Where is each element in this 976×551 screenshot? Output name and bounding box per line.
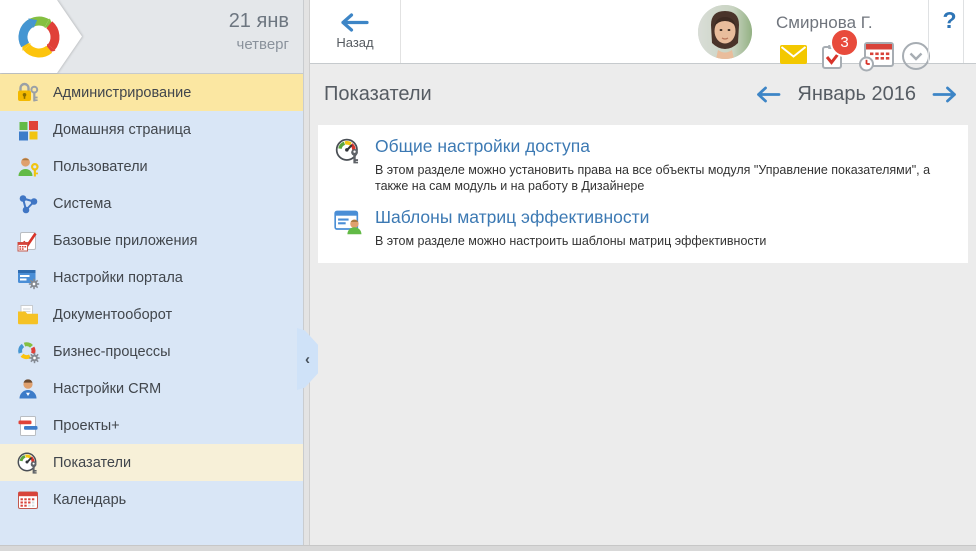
sidebar-item-label: Календарь (53, 492, 126, 508)
month-navigation: Январь 2016 (755, 83, 958, 106)
back-button-label: Назад (336, 35, 373, 50)
expand-menu-button[interactable] (902, 42, 930, 70)
lock-key-icon (16, 81, 40, 105)
projects-doc-icon (16, 414, 40, 438)
arrow-left-icon (339, 13, 371, 32)
gauge-key-icon (334, 137, 362, 165)
right-column: Назад (310, 0, 976, 551)
sidebar-item-system[interactable]: Система (0, 185, 303, 222)
avatar[interactable] (698, 5, 752, 59)
entry-description: В этом разделе можно настроить шаблоны м… (375, 233, 766, 249)
sidebar-item-label: Настройки портала (53, 270, 183, 286)
panel-gear-icon (16, 266, 40, 290)
sidebar-item-label: Система (53, 196, 111, 212)
sidebar-item-administration[interactable]: Администрирование (0, 74, 303, 111)
chevron-left-icon: ‹ (305, 351, 310, 368)
gauge-key-icon (16, 451, 40, 475)
sidebar-item-label: Домашняя страница (53, 122, 191, 138)
sidebar-item-portal-settings[interactable]: Настройки портала (0, 259, 303, 296)
sidebar-item-projects[interactable]: Проекты+ (0, 407, 303, 444)
sidebar-item-label: Документооборот (53, 307, 172, 323)
calendar-clock-icon[interactable] (858, 41, 896, 72)
sidebar-item-label: Настройки CRM (53, 381, 161, 397)
sidebar-item-label: Базовые приложения (53, 233, 197, 249)
sidebar-menu: Администрирование Домашняя страница (0, 74, 303, 551)
brand-header: 21 янв четверг (0, 0, 303, 74)
calendar-red-icon (16, 488, 40, 512)
left-column: 21 янв четверг Администрирование (0, 0, 303, 551)
sidebar-item-docflow[interactable]: Документооборот (0, 296, 303, 333)
home-squares-icon (16, 118, 40, 142)
sidebar-item-label: Бизнес-процессы (53, 344, 171, 360)
sidebar-item-label: Пользователи (53, 159, 148, 175)
sidebar-item-label: Показатели (53, 455, 131, 471)
sidebar-item-home[interactable]: Домашняя страница (0, 111, 303, 148)
mail-icon[interactable] (780, 45, 807, 64)
topbar: Назад (310, 0, 976, 64)
entry-link-matrix-templates[interactable]: Шаблоны матриц эффективности (375, 207, 766, 228)
page-title: Показатели (324, 83, 432, 106)
page-header: Показатели Январь 2016 (318, 64, 968, 125)
app-window: 21 янв четверг Администрирование (0, 0, 976, 551)
date-day: 21 янв (229, 10, 289, 33)
logo-badge[interactable] (0, 0, 82, 73)
back-button[interactable]: Назад (310, 0, 401, 63)
topbar-divider (963, 0, 964, 63)
date-box: 21 янв четверг (229, 10, 289, 53)
month-label: Январь 2016 (797, 83, 916, 106)
sidebar-item-label: Проекты+ (53, 418, 120, 434)
chevron-down-icon (909, 52, 923, 61)
entry-link-access-settings[interactable]: Общие настройки доступа (375, 136, 952, 157)
avatar-photo (698, 5, 752, 59)
main-area: Показатели Январь 2016 (310, 64, 976, 551)
network-nodes-icon (16, 192, 40, 216)
sidebar-item-indicators[interactable]: Показатели (0, 444, 303, 481)
notification-badge[interactable]: 3 (830, 28, 859, 57)
crm-user-icon (16, 377, 40, 401)
calendar-check-icon (16, 229, 40, 253)
list-item: Общие настройки доступа В этом разделе м… (334, 136, 952, 194)
user-name: Смирнова Г. (776, 13, 873, 33)
topbar-divider (928, 0, 929, 63)
sidebar-item-crm-settings[interactable]: Настройки CRM (0, 370, 303, 407)
sidebar-item-label: Администрирование (53, 85, 191, 101)
sidebar-item-business-processes[interactable]: Бизнес-процессы (0, 333, 303, 370)
date-weekday: четверг (229, 36, 289, 53)
arrow-left-icon (755, 86, 782, 103)
help-button[interactable]: ? (936, 7, 963, 34)
entry-description: В этом разделе можно установить права на… (375, 162, 952, 194)
process-gear-icon (16, 340, 40, 364)
sidebar-scroll-strip (303, 0, 310, 551)
panel-person-icon (334, 208, 362, 236)
folder-doc-icon (16, 303, 40, 327)
list-item: Шаблоны матриц эффективности В этом разд… (334, 207, 952, 249)
sidebar-item-users[interactable]: Пользователи (0, 148, 303, 185)
settings-card: Общие настройки доступа В этом разделе м… (318, 125, 968, 263)
bottom-edge-strip (0, 545, 976, 551)
next-month-button[interactable] (931, 86, 958, 103)
user-key-icon (16, 155, 40, 179)
sidebar-item-calendar[interactable]: Календарь (0, 481, 303, 518)
prev-month-button[interactable] (755, 86, 782, 103)
arrow-right-icon (931, 86, 958, 103)
circular-arrows-logo (13, 11, 65, 63)
sidebar-item-base-apps[interactable]: Базовые приложения (0, 222, 303, 259)
